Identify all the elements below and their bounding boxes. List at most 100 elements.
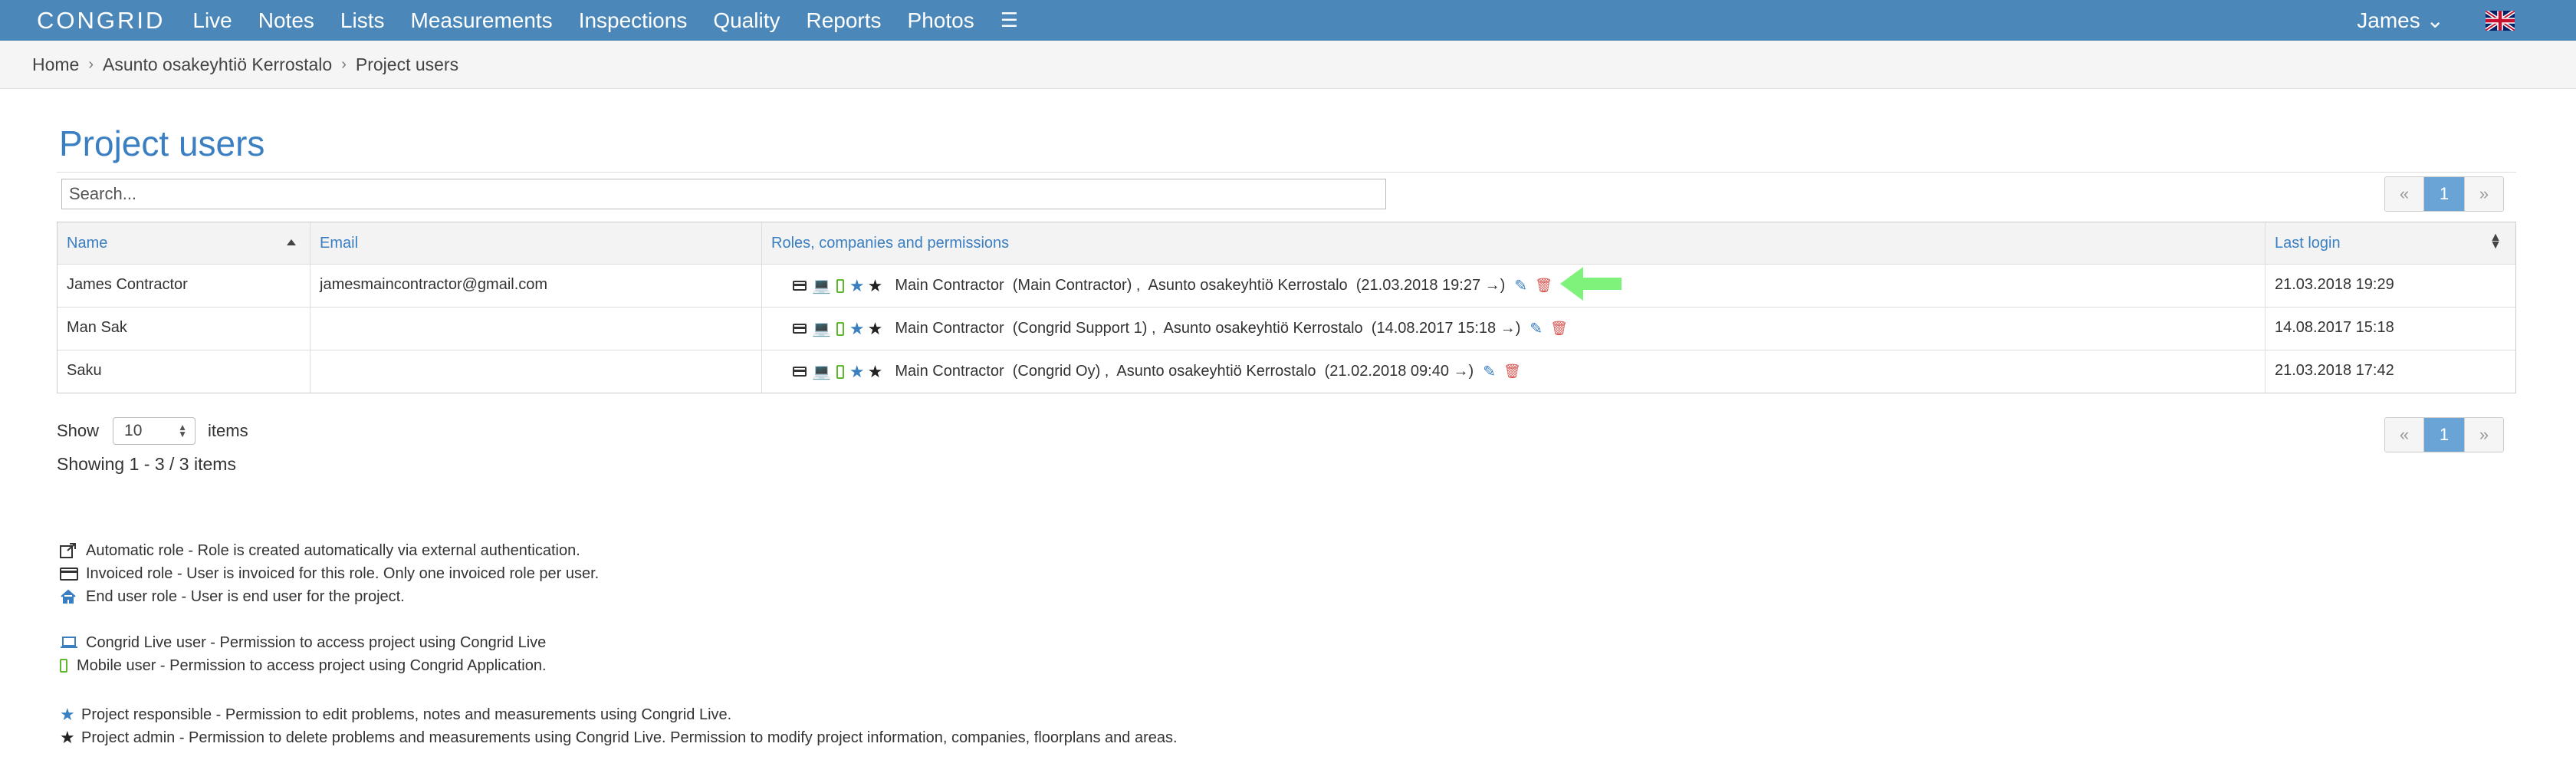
- cell-email: [310, 350, 761, 393]
- legend-access: Congrid Live user - Permission to access…: [60, 631, 547, 677]
- mobile-icon: [836, 364, 844, 379]
- highlight-arrow-icon: [1559, 266, 1622, 305]
- credit-card-icon: [793, 367, 807, 377]
- column-header-email[interactable]: Email: [310, 222, 761, 264]
- column-header-last-login[interactable]: Last login ▲ ▼: [2265, 222, 2515, 264]
- cell-roles: 💻 ★ ★ Main Contractor (Main Contractor) …: [761, 265, 2265, 307]
- star-blue-icon: ★: [60, 705, 75, 724]
- home-icon: [60, 589, 80, 604]
- breadcrumb: Home › Asunto osakeyhtiö Kerrostalo › Pr…: [0, 41, 2576, 89]
- pagination-page[interactable]: 1: [2424, 418, 2464, 452]
- mobile-icon: [836, 321, 844, 336]
- congrid-logo[interactable]: CONGRID: [37, 7, 165, 35]
- credit-card-icon: [793, 281, 807, 291]
- legend-item: Automatic role - Role is created automat…: [60, 539, 599, 562]
- nav-live[interactable]: Live: [192, 8, 232, 33]
- legend-item: Congrid Live user - Permission to access…: [60, 631, 547, 654]
- items-label: items: [208, 421, 248, 440]
- search-input[interactable]: [61, 179, 1386, 209]
- role-description: Main Contractor (Congrid Oy) , Asunto os…: [895, 363, 1474, 380]
- cell-email: [310, 308, 761, 350]
- laptop-icon: [60, 637, 80, 649]
- cell-last-login: 21.03.2018 17:42: [2265, 350, 2515, 393]
- star-black-icon: ★: [60, 728, 75, 747]
- mobile-icon: [60, 659, 71, 673]
- credit-card-icon: [793, 324, 807, 334]
- top-navbar: CONGRID Live Notes Lists Measurements In…: [0, 0, 2576, 41]
- table-row[interactable]: Saku 💻 ★ ★ Main Contractor (Congrid Oy) …: [58, 350, 2515, 393]
- pagination-next[interactable]: »: [2464, 418, 2503, 452]
- nav-inspections[interactable]: Inspections: [579, 8, 688, 33]
- star-black-icon: ★: [867, 361, 883, 381]
- edit-pencil-icon[interactable]: ✎: [1530, 319, 1543, 338]
- laptop-icon: 💻: [812, 278, 831, 294]
- pagination-prev[interactable]: «: [2385, 418, 2424, 452]
- table-row[interactable]: James Contractor jamesmaincontractor@gma…: [58, 264, 2515, 307]
- credit-card-icon: [60, 567, 80, 581]
- edit-pencil-icon[interactable]: ✎: [1483, 362, 1496, 381]
- cell-name: Man Sak: [67, 319, 127, 336]
- showing-count: Showing 1 - 3 / 3 items: [57, 454, 236, 474]
- cell-roles: 💻 ★ ★ Main Contractor (Congrid Oy) , Asu…: [761, 350, 2265, 393]
- sort-asc-icon: [287, 239, 296, 245]
- nav-lists[interactable]: Lists: [340, 8, 385, 33]
- cell-email: jamesmaincontractor@gmail.com: [310, 265, 761, 307]
- main-nav: Live Notes Lists Measurements Inspection…: [192, 8, 1018, 33]
- show-label: Show: [57, 421, 100, 440]
- legend-permissions: ★ Project responsible - Permission to ed…: [60, 703, 1178, 749]
- pagination-next[interactable]: »: [2464, 177, 2503, 211]
- legend-item: ★ Project responsible - Permission to ed…: [60, 705, 732, 724]
- pagination-bottom: « 1 »: [2384, 417, 2504, 452]
- laptop-icon: 💻: [812, 364, 831, 380]
- nav-photos[interactable]: Photos: [908, 8, 974, 33]
- cell-last-login: 21.03.2018 19:29: [2265, 265, 2515, 307]
- table-row[interactable]: Man Sak 💻 ★ ★ Main Contractor (Congrid S…: [58, 307, 2515, 350]
- laptop-icon: 💻: [812, 321, 831, 337]
- legend-roles: Automatic role - Role is created automat…: [60, 539, 599, 608]
- column-header-name[interactable]: Name: [58, 222, 310, 264]
- star-blue-icon: ★: [849, 361, 865, 381]
- legend-item: Mobile user - Permission to access proje…: [60, 654, 547, 677]
- delete-trash-icon[interactable]: 🗑: [1535, 278, 1552, 294]
- star-black-icon: ★: [867, 318, 883, 338]
- star-blue-icon: ★: [849, 275, 865, 295]
- page-size-select[interactable]: 10 ▲ ▼: [113, 417, 196, 445]
- mobile-icon: [836, 278, 844, 293]
- legend-item: ★ Project admin - Permission to delete p…: [60, 728, 1178, 747]
- breadcrumb-project[interactable]: Asunto osakeyhtiö Kerrostalo: [103, 54, 332, 75]
- page-size-control: Show 10 ▲ ▼ items: [57, 417, 248, 445]
- pagination-prev[interactable]: «: [2385, 177, 2424, 211]
- cell-last-login: 14.08.2017 15:18: [2265, 308, 2515, 350]
- external-link-icon: [60, 543, 80, 558]
- role-description: Main Contractor (Main Contractor) , Asun…: [895, 277, 1506, 294]
- delete-trash-icon[interactable]: 🗑: [1503, 364, 1521, 380]
- star-blue-icon: ★: [849, 318, 865, 338]
- role-description: Main Contractor (Congrid Support 1) , As…: [895, 320, 1521, 337]
- nav-reports[interactable]: Reports: [806, 8, 881, 33]
- cell-name: James Contractor: [67, 276, 188, 293]
- breadcrumb-current: Project users: [355, 54, 459, 74]
- delete-trash-icon[interactable]: 🗑: [1550, 321, 1568, 337]
- list-menu-icon[interactable]: ☰: [1001, 8, 1018, 32]
- pagination-page[interactable]: 1: [2424, 177, 2464, 211]
- legend-item: Invoiced role - User is invoiced for thi…: [60, 562, 599, 585]
- cell-name: Saku: [67, 362, 102, 379]
- page-title: Project users: [59, 123, 265, 163]
- nav-notes[interactable]: Notes: [258, 8, 314, 33]
- edit-pencil-icon[interactable]: ✎: [1514, 276, 1527, 295]
- chevron-right-icon: ›: [341, 55, 347, 73]
- column-header-roles[interactable]: Roles, companies and permissions: [761, 222, 2265, 264]
- user-menu[interactable]: James ⌄: [2357, 8, 2444, 33]
- nav-quality[interactable]: Quality: [713, 8, 780, 33]
- select-arrows-icon: ▲ ▼: [178, 422, 188, 439]
- star-black-icon: ★: [867, 275, 883, 295]
- breadcrumb-home[interactable]: Home: [32, 54, 79, 75]
- nav-measurements[interactable]: Measurements: [411, 8, 553, 33]
- pagination-top: « 1 »: [2384, 176, 2504, 212]
- uk-flag-icon[interactable]: [2486, 10, 2515, 31]
- users-table: Name Email Roles, companies and permissi…: [57, 222, 2516, 393]
- table-header: Name Email Roles, companies and permissi…: [58, 222, 2515, 264]
- legend-item: End user role - User is end user for the…: [60, 585, 599, 608]
- cell-roles: 💻 ★ ★ Main Contractor (Congrid Support 1…: [761, 308, 2265, 350]
- divider: [57, 172, 2516, 173]
